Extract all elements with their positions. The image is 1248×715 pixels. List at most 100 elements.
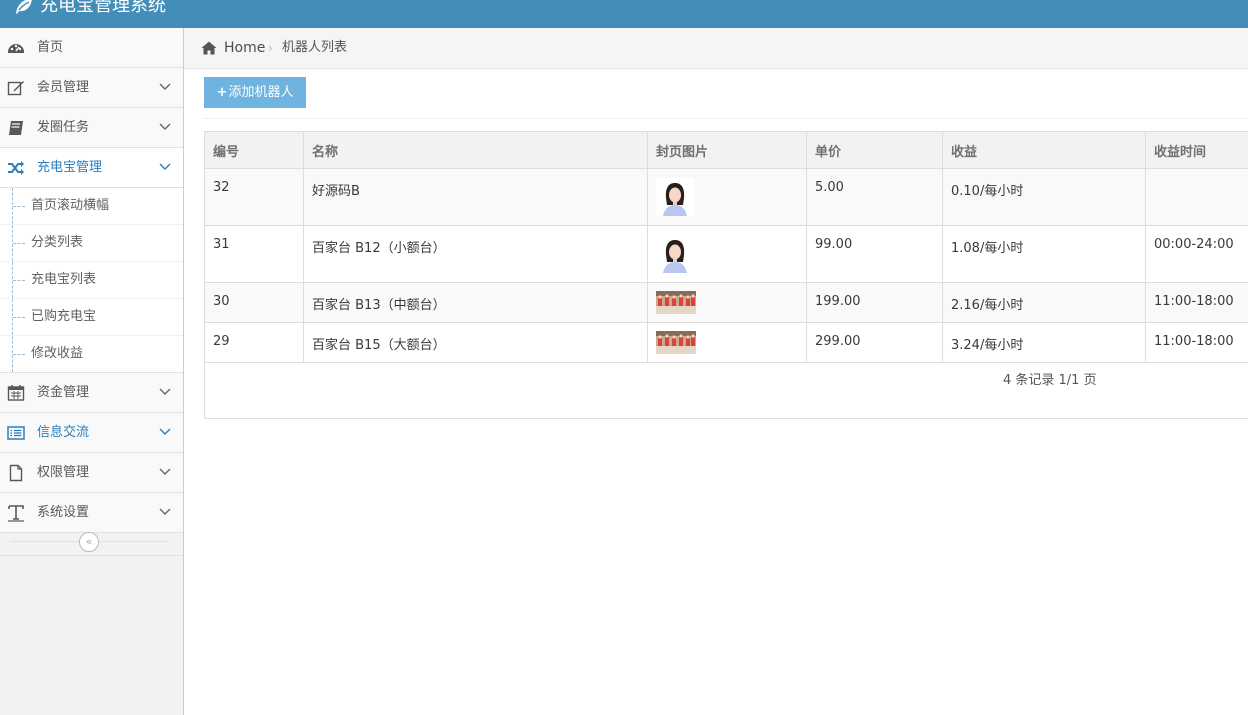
cell-income-time: 11:00-18:00	[1145, 322, 1248, 363]
sidebar: 首页 会员管理 发圈任务 充电宝管理 首页滚动横幅 分类列表 充电宝列表 已购充…	[0, 28, 184, 715]
sidebar-item-messages[interactable]: 信息交流	[0, 413, 183, 453]
breadcrumb-separator: ›	[268, 41, 273, 55]
top-navbar: 充电宝管理系统	[0, 0, 1248, 28]
add-robot-label: 添加机器人	[228, 85, 294, 100]
sidebar-item-label: 充电宝管理	[37, 160, 103, 175]
submenu-item-powerbank-list[interactable]: 充电宝列表	[0, 262, 183, 299]
cell-id: 32	[204, 168, 304, 226]
cell-income-time: 00:00-24:00	[1145, 225, 1248, 283]
cell-id: 30	[204, 282, 304, 323]
sidebar-item-label: 信息交流	[37, 425, 90, 440]
cell-id: 31	[204, 225, 304, 283]
submenu-item-label: 首页滚动横幅	[31, 198, 110, 213]
table-row[interactable]: 32 好源码B 5.00 0.10/每小时	[204, 168, 1248, 226]
portrait-thumbnail[interactable]	[656, 235, 694, 273]
list-alt-icon	[7, 426, 25, 440]
sidebar-item-tasks[interactable]: 发圈任务	[0, 108, 183, 148]
divider	[204, 118, 1248, 119]
breadcrumb-current: 机器人列表	[282, 40, 348, 55]
sidebar-collapse: «	[0, 528, 183, 556]
sidebar-item-home[interactable]: 首页	[0, 28, 183, 68]
robot-table: 编号 名称 封页图片 单价 收益 收益时间 32 好源码B 5.00 0.10/…	[204, 131, 1248, 363]
submenu-powerbank: 首页滚动横幅 分类列表 充电宝列表 已购充电宝 修改收益	[0, 188, 183, 373]
sidebar-item-permissions[interactable]: 权限管理	[0, 453, 183, 493]
group-photo-thumbnail[interactable]	[656, 291, 696, 314]
chevron-down-icon	[159, 123, 171, 130]
cell-income-time: 11:00-18:00	[1145, 282, 1248, 323]
submenu-item-categories[interactable]: 分类列表	[0, 225, 183, 262]
chevron-down-icon	[159, 388, 171, 395]
cell-income: 0.10/每小时	[942, 168, 1146, 226]
submenu-item-label: 分类列表	[31, 235, 84, 250]
plus-icon: +	[216, 85, 228, 100]
cell-income: 3.24/每小时	[942, 322, 1146, 363]
column-header-income-time[interactable]: 收益时间	[1145, 131, 1248, 169]
sidebar-item-label: 系统设置	[37, 505, 90, 520]
cell-image	[647, 225, 807, 283]
pagination-summary: 4 条记录 1/1 页	[1003, 373, 1097, 388]
sidebar-item-label: 资金管理	[37, 385, 90, 400]
sidebar-item-label: 会员管理	[37, 80, 90, 95]
chevron-down-icon	[159, 428, 171, 435]
submenu-item-edit-income[interactable]: 修改收益	[0, 336, 183, 372]
group-photo-thumbnail[interactable]	[656, 331, 696, 354]
edit-icon	[7, 81, 24, 96]
cell-name: 百家台 B15（大额台）	[303, 322, 648, 363]
column-header-id[interactable]: 编号	[204, 131, 304, 169]
brand[interactable]: 充电宝管理系统	[14, 0, 166, 20]
column-header-income[interactable]: 收益	[942, 131, 1146, 169]
cell-name: 百家台 B13（中额台）	[303, 282, 648, 323]
brand-title: 充电宝管理系统	[40, 0, 166, 16]
submenu-item-label: 修改收益	[31, 346, 84, 361]
cell-income: 1.08/每小时	[942, 225, 1146, 283]
home-icon	[201, 41, 217, 55]
shuffle-icon	[8, 161, 24, 175]
sidebar-item-label: 首页	[37, 40, 64, 55]
cell-image	[647, 282, 807, 323]
add-robot-button[interactable]: +添加机器人	[204, 77, 306, 108]
file-icon	[9, 464, 23, 482]
sidebar-item-label: 权限管理	[37, 465, 90, 480]
submenu-item-banner[interactable]: 首页滚动横幅	[0, 188, 183, 225]
chevron-down-icon	[159, 468, 171, 475]
sidebar-item-label: 发圈任务	[37, 120, 90, 135]
submenu-item-label: 已购充电宝	[31, 309, 97, 324]
chevron-down-icon	[159, 83, 171, 90]
cell-price: 299.00	[806, 322, 943, 363]
pagination: 4 条记录 1/1 页	[204, 362, 1248, 419]
column-header-name[interactable]: 名称	[303, 131, 648, 169]
cell-income: 2.16/每小时	[942, 282, 1146, 323]
table-row[interactable]: 29 百家台 B15（大额台） 299.00 3.24/每小时 11:00-18…	[204, 322, 1248, 363]
sidebar-item-settings[interactable]: 系统设置	[0, 493, 183, 533]
text-icon	[8, 505, 24, 522]
table-header-row: 编号 名称 封页图片 单价 收益 收益时间	[204, 131, 1248, 169]
sidebar-item-finance[interactable]: 资金管理	[0, 373, 183, 413]
leaf-icon	[16, 0, 32, 14]
dashboard-icon	[8, 44, 24, 53]
collapse-toggle-icon[interactable]: «	[79, 532, 99, 552]
submenu-item-purchased[interactable]: 已购充电宝	[0, 299, 183, 336]
portrait-thumbnail[interactable]	[656, 178, 694, 216]
cell-image	[647, 322, 807, 363]
calendar-icon	[7, 385, 25, 401]
cell-price: 99.00	[806, 225, 943, 283]
cell-income-time	[1145, 168, 1248, 226]
cell-image	[647, 168, 807, 226]
sidebar-item-powerbank[interactable]: 充电宝管理	[0, 148, 183, 188]
submenu-item-label: 充电宝列表	[31, 272, 97, 287]
table-row[interactable]: 31 百家台 B12（小额台） 99.00 1.08/每小时 00:00-24:…	[204, 225, 1248, 283]
table-row[interactable]: 30 百家台 B13（中额台） 199.00 2.16/每小时 11:00-18…	[204, 282, 1248, 323]
chevron-down-icon	[159, 163, 171, 170]
cell-id: 29	[204, 322, 304, 363]
book-icon	[9, 121, 23, 135]
breadcrumb: Home › 机器人列表	[184, 28, 1248, 69]
cell-price: 199.00	[806, 282, 943, 323]
column-header-image[interactable]: 封页图片	[647, 131, 807, 169]
cell-name: 好源码B	[303, 168, 648, 226]
sidebar-item-members[interactable]: 会员管理	[0, 68, 183, 108]
chevron-down-icon	[159, 508, 171, 515]
cell-name: 百家台 B12（小额台）	[303, 225, 648, 283]
column-header-price[interactable]: 单价	[806, 131, 943, 169]
breadcrumb-home-link[interactable]: Home	[224, 28, 265, 68]
cell-price: 5.00	[806, 168, 943, 226]
